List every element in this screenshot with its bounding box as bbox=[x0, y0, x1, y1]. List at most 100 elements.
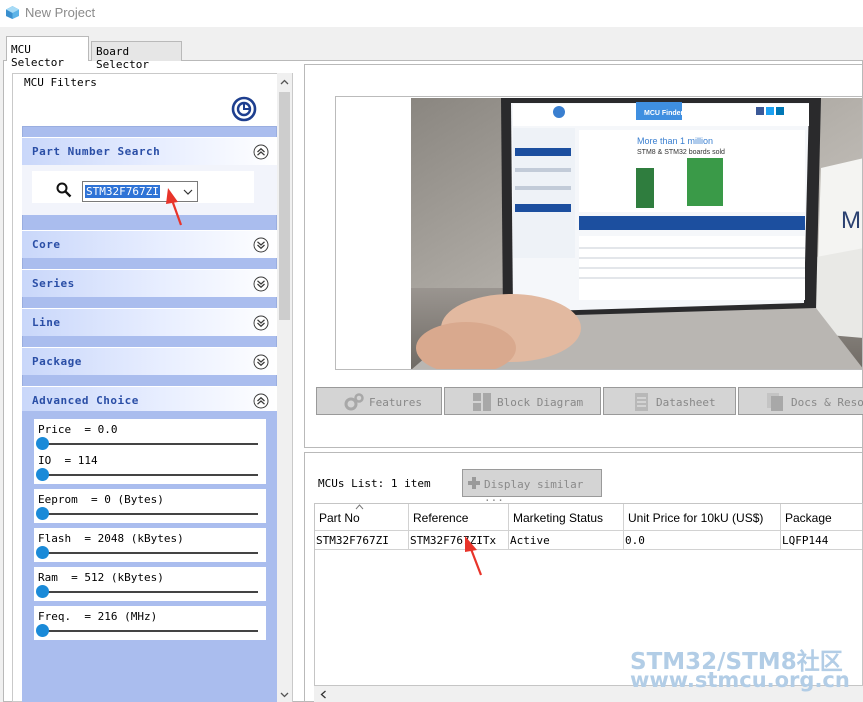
slider-track[interactable] bbox=[38, 513, 258, 515]
column-header-part-no[interactable]: Part No bbox=[315, 504, 409, 531]
window-title: New Project bbox=[25, 5, 96, 20]
expand-icon[interactable] bbox=[253, 354, 269, 370]
promo-side-text: M bbox=[841, 207, 861, 234]
core-filter-header[interactable]: Core bbox=[22, 230, 277, 258]
expand-icon[interactable] bbox=[253, 315, 269, 331]
eeprom-slider-label: Eeprom = 0 (Bytes) bbox=[38, 493, 164, 506]
column-header-label: Marketing Status bbox=[513, 511, 604, 525]
advanced-choice-header[interactable]: Advanced Choice bbox=[22, 386, 277, 414]
promo-headline: More than 1 million bbox=[637, 136, 713, 146]
column-header-unit-price[interactable]: Unit Price for 10kU (US$) bbox=[624, 504, 781, 531]
sort-ascending-icon bbox=[355, 504, 364, 510]
scroll-left-icon[interactable] bbox=[320, 690, 327, 699]
freq-slider[interactable]: Freq. = 216 (MHz) bbox=[34, 606, 266, 640]
freq-slider-label: Freq. = 216 (MHz) bbox=[38, 610, 158, 623]
datasheet-button[interactable]: Datasheet bbox=[603, 387, 736, 415]
documents-icon bbox=[767, 393, 783, 411]
mcu-filters-legend: MCU Filters bbox=[24, 76, 97, 89]
price-slider-label: Price = 0.0 bbox=[38, 423, 118, 436]
scrollbar-thumb[interactable] bbox=[279, 92, 290, 320]
flash-slider-label: Flash = 2048 (kBytes) bbox=[38, 532, 184, 545]
part-number-combobox[interactable]: STM32F767ZI bbox=[82, 181, 198, 202]
docs-resources-button[interactable]: Docs & Resou bbox=[738, 387, 863, 415]
block-diagram-button[interactable]: Block Diagram bbox=[444, 387, 601, 415]
price-slider[interactable]: Price = 0.0 bbox=[34, 419, 266, 453]
package-filter-header[interactable]: Package bbox=[22, 347, 277, 375]
slider-thumb[interactable] bbox=[36, 507, 49, 520]
scroll-up-icon[interactable] bbox=[279, 77, 290, 88]
table-cell-marketing-status[interactable]: Active bbox=[509, 531, 624, 550]
collapse-icon[interactable] bbox=[253, 144, 269, 160]
watermark-url: www.stmcu.org.cn bbox=[630, 668, 850, 692]
slider-thumb[interactable] bbox=[36, 585, 49, 598]
promo-subline: STM8 & STM32 boards sold bbox=[637, 149, 725, 156]
line-filter-label: Line bbox=[32, 316, 61, 329]
expand-icon[interactable] bbox=[253, 276, 269, 292]
features-label: Features bbox=[369, 396, 422, 409]
features-button[interactable]: Features bbox=[316, 387, 442, 415]
column-header-package[interactable]: Package bbox=[781, 504, 862, 531]
column-header-label: Reference bbox=[413, 511, 469, 525]
column-header-label: Unit Price for 10kU (US$) bbox=[628, 511, 764, 525]
slider-thumb[interactable] bbox=[36, 468, 49, 481]
gears-icon bbox=[344, 393, 364, 411]
tab-strip: MCU Selector Board Selector bbox=[0, 36, 863, 71]
slider-track[interactable] bbox=[38, 552, 258, 554]
tab-board-selector[interactable]: Board Selector bbox=[91, 41, 182, 71]
slider-track[interactable] bbox=[38, 591, 258, 593]
slider-track[interactable] bbox=[38, 443, 258, 445]
slider-thumb[interactable] bbox=[36, 546, 49, 559]
block-diagram-icon bbox=[473, 393, 491, 411]
promo-image-frame: MCU Finder More than 1 million STM8 & ST… bbox=[335, 96, 863, 370]
filters-scrollbar[interactable] bbox=[277, 73, 292, 702]
cube-app-icon bbox=[6, 6, 19, 19]
core-filter-label: Core bbox=[32, 238, 61, 251]
display-similar-button[interactable]: Display similar ... bbox=[462, 469, 602, 504]
column-header-reference[interactable]: Reference bbox=[409, 504, 509, 531]
eeprom-slider[interactable]: Eeprom = 0 (Bytes) bbox=[34, 489, 266, 523]
expand-icon[interactable] bbox=[253, 237, 269, 253]
title-bar: New Project bbox=[0, 0, 863, 27]
table-cell-part-no[interactable]: STM32F767ZI bbox=[315, 531, 409, 550]
column-header-label: Package bbox=[785, 511, 832, 525]
table-cell-reference[interactable]: STM32F767ZITx bbox=[409, 531, 509, 550]
slider-track[interactable] bbox=[38, 474, 258, 476]
slider-thumb[interactable] bbox=[36, 624, 49, 637]
advanced-choice-body: Price = 0.0 IO = 114 Eeprom = 0 (Bytes) … bbox=[22, 411, 277, 702]
tab-mcu-selector[interactable]: MCU Selector bbox=[6, 36, 89, 69]
docs-resources-label: Docs & Resou bbox=[791, 396, 863, 409]
mcu-list-count: MCUs List: 1 item bbox=[318, 477, 431, 490]
part-number-search-header[interactable]: Part Number Search bbox=[22, 137, 277, 165]
plus-icon bbox=[468, 477, 480, 489]
advanced-choice-label: Advanced Choice bbox=[32, 394, 139, 407]
document-icon bbox=[635, 393, 648, 411]
reset-filters-icon[interactable] bbox=[231, 96, 257, 122]
io-slider[interactable]: IO = 114 bbox=[34, 450, 266, 484]
part-number-input[interactable]: STM32F767ZI bbox=[85, 185, 160, 198]
scroll-down-icon[interactable] bbox=[279, 689, 290, 700]
line-filter-header[interactable]: Line bbox=[22, 308, 277, 336]
collapse-icon[interactable] bbox=[253, 393, 269, 409]
flash-slider[interactable]: Flash = 2048 (kBytes) bbox=[34, 528, 266, 562]
io-slider-label: IO = 114 bbox=[38, 454, 98, 467]
table-cell-package[interactable]: LQFP144 bbox=[781, 531, 862, 550]
series-filter-label: Series bbox=[32, 277, 75, 290]
datasheet-label: Datasheet bbox=[656, 396, 716, 409]
part-number-search-label: Part Number Search bbox=[32, 145, 161, 158]
ram-slider[interactable]: Ram = 512 (kBytes) bbox=[34, 567, 266, 601]
column-header-label: Part No bbox=[319, 511, 360, 525]
slider-thumb[interactable] bbox=[36, 437, 49, 450]
slider-track[interactable] bbox=[38, 630, 258, 632]
search-icon bbox=[56, 182, 72, 198]
column-header-marketing-status[interactable]: Marketing Status bbox=[509, 504, 624, 531]
part-number-search-row: STM32F767ZI bbox=[32, 171, 254, 203]
ram-slider-label: Ram = 512 (kBytes) bbox=[38, 571, 164, 584]
chevron-down-icon[interactable] bbox=[183, 188, 193, 196]
block-diagram-label: Block Diagram bbox=[497, 396, 584, 409]
part-number-search-body: STM32F767ZI bbox=[22, 165, 277, 215]
mcu-finder-promo-image: MCU Finder More than 1 million STM8 & ST… bbox=[411, 98, 862, 369]
series-filter-header[interactable]: Series bbox=[22, 269, 277, 297]
promo-logo-text: MCU Finder bbox=[644, 110, 684, 117]
display-similar-label: Display similar ... bbox=[484, 478, 584, 504]
table-cell-unit-price[interactable]: 0.0 bbox=[624, 531, 781, 550]
